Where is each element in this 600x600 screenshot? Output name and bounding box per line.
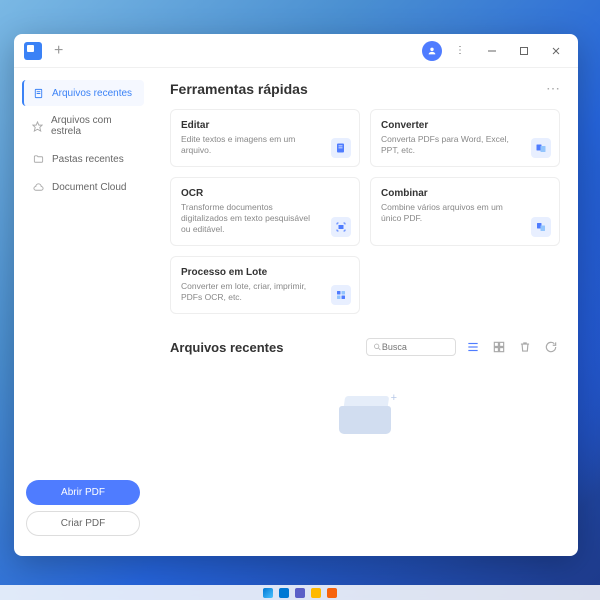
tool-title: OCR	[181, 188, 317, 199]
tool-edit[interactable]: Editar Edite textos e imagens em um arqu…	[170, 109, 360, 167]
edit-icon	[331, 138, 351, 158]
tool-desc: Combine vários arquivos em um único PDF.	[381, 202, 517, 224]
open-pdf-button[interactable]: Abrir PDF	[26, 480, 140, 505]
tool-desc: Edite textos e imagens em um arquivo.	[181, 134, 317, 156]
batch-icon	[331, 285, 351, 305]
tool-desc: Converta PDFs para Word, Excel, PPT, etc…	[381, 134, 517, 156]
app-logo-icon	[24, 42, 42, 60]
tool-convert[interactable]: Converter Converta PDFs para Word, Excel…	[370, 109, 560, 167]
tool-title: Editar	[181, 120, 317, 131]
taskbar[interactable]	[0, 585, 600, 600]
cloud-icon	[32, 181, 44, 193]
tool-desc: Transforme documentos digitalizados em t…	[181, 202, 317, 235]
sidebar-nav: Arquivos recentes Arquivos com estrela P…	[14, 76, 152, 472]
empty-state: +	[170, 396, 560, 436]
titlebar-right: ⋮	[422, 40, 570, 62]
ocr-icon	[331, 217, 351, 237]
taskbar-app-icon[interactable]	[327, 588, 337, 598]
start-button-icon[interactable]	[263, 588, 273, 598]
quick-tools-title: Ferramentas rápidas	[170, 81, 308, 97]
desktop-wallpaper: + ⋮ Arquivos recentes Arq	[0, 0, 600, 600]
grid-view-button[interactable]	[490, 338, 508, 356]
user-avatar-icon[interactable]	[422, 41, 442, 61]
sidebar-item-starred[interactable]: Arquivos com estrela	[22, 108, 144, 144]
tools-grid: Editar Edite textos e imagens em um arqu…	[170, 109, 560, 314]
tool-ocr[interactable]: OCR Transforme documentos digitalizados …	[170, 177, 360, 246]
combine-icon	[531, 217, 551, 237]
folder-icon	[32, 153, 44, 165]
list-view-button[interactable]	[464, 338, 482, 356]
tool-desc: Converter em lote, criar, imprimir, PDFs…	[181, 281, 317, 303]
sidebar-item-recent-folders[interactable]: Pastas recentes	[22, 146, 144, 172]
sidebar-item-recent-files[interactable]: Arquivos recentes	[22, 80, 144, 106]
sidebar-item-label: Arquivos com estrela	[51, 115, 136, 137]
sidebar: Arquivos recentes Arquivos com estrela P…	[14, 68, 152, 556]
tool-title: Processo em Lote	[181, 267, 317, 278]
taskbar-app-icon[interactable]	[279, 588, 289, 598]
recent-controls	[366, 338, 560, 356]
tool-combine[interactable]: Combinar Combine vários arquivos em um ú…	[370, 177, 560, 246]
quick-tools-header: Ferramentas rápidas ⋯	[170, 80, 560, 97]
convert-icon	[531, 138, 551, 158]
sidebar-item-label: Document Cloud	[52, 182, 126, 193]
star-icon	[32, 120, 43, 132]
sidebar-item-label: Arquivos recentes	[52, 88, 132, 99]
app-window: + ⋮ Arquivos recentes Arq	[14, 34, 578, 556]
taskbar-app-icon[interactable]	[295, 588, 305, 598]
window-body: Arquivos recentes Arquivos com estrela P…	[14, 68, 578, 556]
refresh-button[interactable]	[542, 338, 560, 356]
empty-box-icon: +	[335, 396, 395, 436]
taskbar-app-icon[interactable]	[311, 588, 321, 598]
maximize-button[interactable]	[510, 40, 538, 62]
delete-button[interactable]	[516, 338, 534, 356]
tool-title: Combinar	[381, 188, 517, 199]
search-input-wrapper[interactable]	[366, 338, 456, 356]
sidebar-item-label: Pastas recentes	[52, 154, 124, 165]
document-icon	[32, 87, 44, 99]
titlebar-left: +	[24, 42, 63, 60]
titlebar: + ⋮	[14, 34, 578, 68]
sidebar-actions: Abrir PDF Criar PDF	[14, 472, 152, 548]
tool-batch[interactable]: Processo em Lote Converter em lote, cria…	[170, 256, 360, 314]
minimize-button[interactable]	[478, 40, 506, 62]
search-icon	[373, 342, 382, 352]
search-input[interactable]	[382, 342, 449, 352]
tool-title: Converter	[381, 120, 517, 131]
create-pdf-button[interactable]: Criar PDF	[26, 511, 140, 536]
new-tab-button[interactable]: +	[54, 42, 63, 60]
main-content: Ferramentas rápidas ⋯ Editar Edite texto…	[152, 68, 578, 556]
quick-tools-more-button[interactable]: ⋯	[546, 80, 560, 97]
close-button[interactable]	[542, 40, 570, 62]
sidebar-item-document-cloud[interactable]: Document Cloud	[22, 174, 144, 200]
recent-files-title: Arquivos recentes	[170, 340, 283, 355]
recent-files-header: Arquivos recentes	[170, 338, 560, 356]
more-menu-button[interactable]: ⋮	[446, 40, 474, 62]
